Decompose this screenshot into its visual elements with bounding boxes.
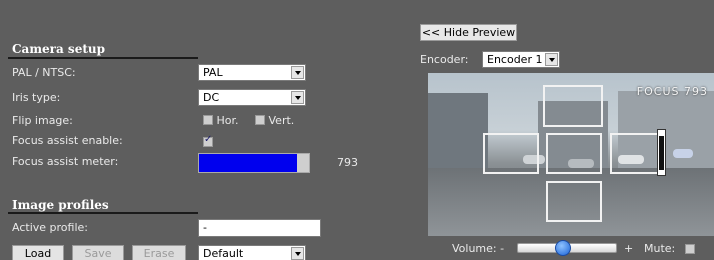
flip-image-label: Flip image: [12,114,73,127]
car [673,149,693,158]
active-profile-label: Active profile: [12,221,88,234]
flip-hor-checkbox[interactable] [203,115,213,125]
chevron-down-icon[interactable] [291,66,304,79]
focus-meter-fill [199,154,297,172]
active-profile-row: Active profile: - [12,218,402,240]
profile-select-value: Default [203,247,244,260]
erase-button[interactable]: Erase [132,245,186,260]
flip-vert-group: Vert. [255,114,294,127]
encoder-value: Encoder 1 [487,53,543,66]
flip-vert-label: Vert. [268,114,295,127]
volume-label: Volume: - [452,242,505,255]
focus-assist-enable-label: Focus assist enable: [12,134,123,147]
encoder-select[interactable]: Encoder 1 [482,51,560,68]
iris-type-label: Iris type: [12,91,61,104]
focus-region-box[interactable] [546,181,602,222]
mute-label: Mute: [644,242,676,255]
preview-panel: << Hide Preview Encoder: Encoder 1 FOCUS… [412,0,714,260]
pal-ntsc-value: PAL [203,66,223,79]
image-profiles-title: Image profiles [12,198,109,212]
chevron-down-icon[interactable] [291,247,304,260]
camera-setup-title: Camera setup [12,42,105,56]
flip-image-row: Flip image: Hor. Vert. [12,111,402,133]
chevron-down-icon[interactable] [291,91,304,104]
focus-assist-meter-label: Focus assist meter: [12,155,119,168]
mute-checkbox[interactable] [685,244,695,254]
iris-type-row: Iris type: DC [12,88,402,110]
focus-assist-checkbox[interactable] [203,134,213,147]
flip-vert-checkbox[interactable] [255,115,265,125]
encoder-label: Encoder: [420,53,469,66]
chevron-down-icon[interactable] [545,53,558,66]
load-button[interactable]: Load [12,245,64,260]
section-divider [8,212,198,214]
osd-focus-text: FOCUS 793 [636,85,708,98]
focus-assist-meter [198,153,310,173]
focus-region-box[interactable] [546,133,602,174]
iris-type-select[interactable]: DC [198,89,306,106]
iris-type-value: DC [203,91,220,104]
volume-slider[interactable] [517,240,617,256]
volume-knob[interactable] [555,240,571,256]
camera-settings-panel: Camera setup PAL / NTSC: PAL Iris type: … [0,0,400,260]
section-divider [8,57,198,59]
focus-assist-meter-row: Focus assist meter: 793 [12,152,402,174]
focus-region-box[interactable] [543,85,603,127]
flip-hor-group: Hor. [203,114,239,127]
focus-meter-value: 793 [337,156,358,169]
building [428,93,488,168]
focus-assist-enable-row: Focus assist enable: [12,131,402,153]
profile-select[interactable]: Default [198,245,306,260]
volume-plus: + [624,242,634,255]
flip-hor-label: Hor. [216,114,239,127]
focus-scrollbar[interactable] [657,129,666,176]
pal-ntsc-label: PAL / NTSC: [12,66,76,79]
pal-ntsc-select[interactable]: PAL [198,64,306,81]
active-profile-field[interactable]: - [198,219,321,237]
focus-region-box[interactable] [483,133,539,174]
save-button[interactable]: Save [72,245,124,260]
pal-ntsc-row: PAL / NTSC: PAL [12,63,402,85]
hide-preview-button[interactable]: << Hide Preview [420,24,517,41]
video-preview[interactable]: FOCUS 793 [428,73,714,236]
